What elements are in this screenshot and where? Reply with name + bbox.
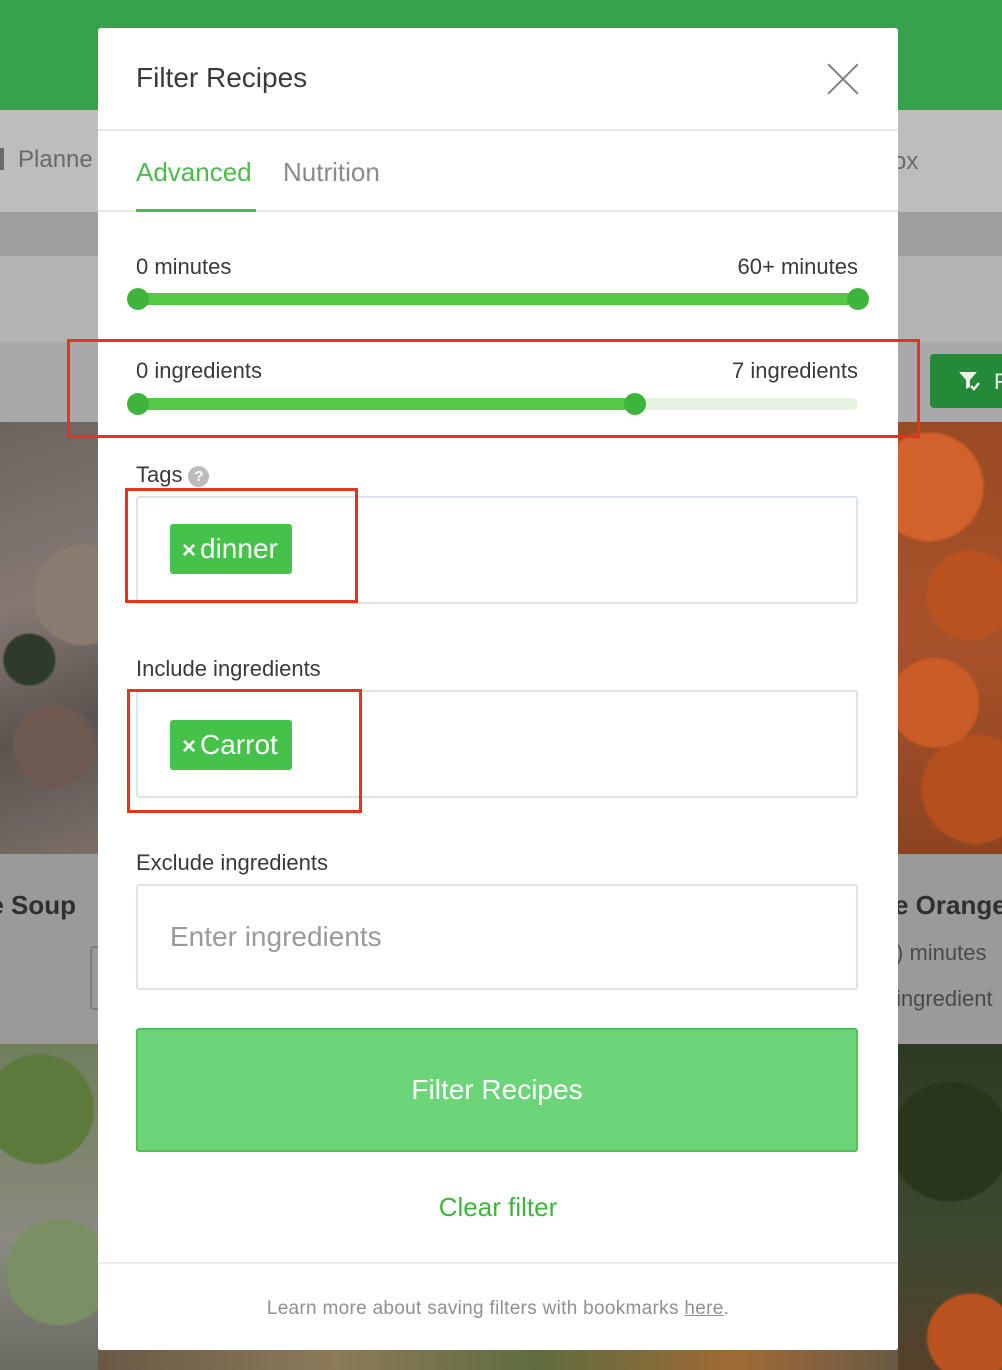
recipe-title: e Orange xyxy=(894,890,1002,920)
filter-modal: Filter Recipes Advanced Nutrition 0 minu… xyxy=(98,28,898,1350)
exclude-ingredients-label: Exclude ingredients xyxy=(136,850,329,875)
tab-advanced[interactable]: Advanced xyxy=(136,157,252,188)
time-range-max-label: 60+ minutes xyxy=(737,254,858,279)
recipe-image-carrot[interactable] xyxy=(898,422,1002,854)
include-ingredients-input[interactable]: × Carrot xyxy=(136,690,858,798)
ingredient-range-fill xyxy=(138,398,635,410)
ingredient-range-max-handle[interactable] xyxy=(623,393,646,415)
recipe-image-broccoli[interactable] xyxy=(898,1044,1002,1370)
modal-title: Filter Recipes xyxy=(136,62,308,93)
clear-filter-link[interactable]: Clear filter xyxy=(98,1192,898,1223)
recipe-image-soup[interactable] xyxy=(0,422,98,854)
exclude-ingredients-input[interactable] xyxy=(136,884,858,990)
ingredient-chip-label: Carrot xyxy=(200,729,278,760)
time-range-max-handle[interactable] xyxy=(847,288,869,310)
time-range-fill xyxy=(138,293,858,305)
modal-footer: Learn more about saving filters with boo… xyxy=(98,1262,898,1350)
recipe-image-bottom xyxy=(98,1350,898,1370)
ingredient-range-min-label: 0 ingredients xyxy=(136,358,262,383)
time-range-slider[interactable] xyxy=(127,288,869,310)
recipe-card-right[interactable]: e Orange ) minutes ingredient xyxy=(894,854,1002,1044)
nav-item-planner[interactable]: Planne xyxy=(0,146,93,174)
recipe-title: e Soup xyxy=(0,890,76,920)
help-icon[interactable]: ? xyxy=(188,466,210,487)
filter-icon xyxy=(959,372,980,391)
remove-tag-icon[interactable]: × xyxy=(182,537,196,564)
ingredient-range-min-handle[interactable] xyxy=(127,393,149,415)
remove-ingredient-icon[interactable]: × xyxy=(182,733,196,760)
open-filter-button[interactable]: F xyxy=(930,354,1002,408)
filter-tabs: Advanced Nutrition xyxy=(98,133,898,212)
bookmarks-hint-suffix: . xyxy=(723,1298,730,1319)
bookmarks-hint-text: Learn more about saving filters with boo… xyxy=(266,1298,685,1319)
time-range-min-handle[interactable] xyxy=(127,288,149,310)
ingredient-range-max-label: 7 ingredients xyxy=(732,358,858,383)
recipe-image-greens[interactable] xyxy=(0,1044,98,1370)
modal-header: Filter Recipes xyxy=(98,28,898,131)
tag-chip-label: dinner xyxy=(200,533,278,564)
tag-chip-dinner: × dinner xyxy=(170,524,292,574)
tab-nutrition[interactable]: Nutrition xyxy=(283,157,380,188)
bookmarks-help-link[interactable]: here xyxy=(684,1298,723,1319)
recipe-time: ) minutes xyxy=(896,940,987,965)
recipe-ingredient-count: ingredient xyxy=(896,986,993,1011)
bookmarks-hint: Learn more about saving filters with boo… xyxy=(98,1298,898,1320)
filter-recipes-button[interactable]: Filter Recipes xyxy=(136,1028,858,1152)
include-ingredients-label: Include ingredients xyxy=(136,656,321,681)
time-range-min-label: 0 minutes xyxy=(136,254,232,279)
active-tab-indicator xyxy=(136,209,256,212)
recipe-card-left[interactable]: e Soup xyxy=(0,854,110,1044)
ingredient-chip-carrot: × Carrot xyxy=(170,720,292,770)
tags-input[interactable]: × dinner xyxy=(136,496,858,604)
ingredient-range-slider[interactable] xyxy=(127,393,858,415)
tags-label: Tags? xyxy=(136,462,210,488)
filter-button-label: F xyxy=(994,369,1002,394)
tags-label-text: Tags xyxy=(136,462,183,487)
close-icon[interactable] xyxy=(826,62,860,96)
